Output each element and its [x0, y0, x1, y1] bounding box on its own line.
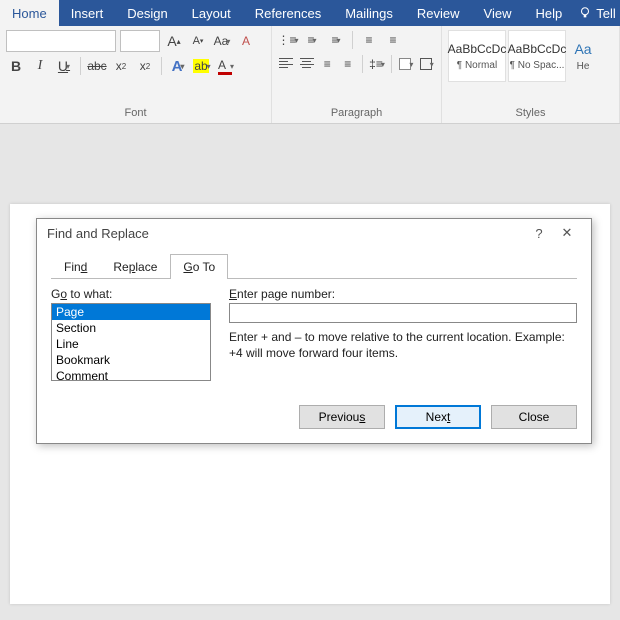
lightbulb-icon: [578, 6, 592, 20]
group-font-label: Font: [6, 105, 265, 121]
style-normal[interactable]: AaBbCcDc¶ Normal: [448, 30, 506, 82]
page-number-input[interactable]: [229, 303, 577, 323]
align-left-button[interactable]: [278, 54, 294, 74]
group-paragraph-label: Paragraph: [278, 105, 435, 121]
ribbon-tabs: Home Insert Design Layout References Mai…: [0, 0, 620, 26]
shading-button[interactable]: ▾: [398, 54, 414, 74]
shrink-font-button[interactable]: A▾: [188, 31, 208, 51]
style-heading[interactable]: AaHe: [568, 30, 598, 82]
enter-page-label: Enter page number:: [229, 287, 577, 301]
close-button[interactable]: Close: [491, 405, 577, 429]
group-styles-label: Styles: [448, 105, 613, 121]
font-size-combo[interactable]: [120, 30, 160, 52]
increase-indent-button[interactable]: ≡: [383, 30, 403, 50]
tab-help[interactable]: Help: [523, 0, 574, 26]
align-center-button[interactable]: [298, 54, 314, 74]
numbering-button[interactable]: ≡▾: [302, 30, 322, 50]
group-paragraph: ⋮≡▾ ≡▾ ≡▾ ≡ ≡ ≡ ≡ ‡≡▾ ▾ ▾ Paragraph: [272, 26, 442, 123]
list-item[interactable]: Section: [52, 320, 210, 336]
help-button[interactable]: ?: [525, 226, 553, 241]
text-effects-button[interactable]: A▾: [168, 56, 188, 76]
bullets-button[interactable]: ⋮≡▾: [278, 30, 298, 50]
group-font: A▴ A▾ Aa▾ A B I U▾ abc x2 x2 A▾ ab▾ A▾ F…: [0, 26, 272, 123]
list-item[interactable]: Comment: [52, 368, 210, 381]
align-right-button[interactable]: ≡: [319, 54, 335, 74]
superscript-button[interactable]: x2: [135, 56, 155, 76]
goto-what-label: Go to what:: [51, 287, 211, 301]
find-replace-dialog: Find and Replace ? ✕ Find Replace Go To …: [36, 218, 592, 444]
line-spacing-button[interactable]: ‡≡▾: [369, 54, 385, 74]
group-styles: AaBbCcDc¶ Normal AaBbCcDc¶ No Spac... Aa…: [442, 26, 620, 123]
goto-hint: Enter + and – to move relative to the cu…: [229, 329, 577, 361]
tab-layout[interactable]: Layout: [180, 0, 243, 26]
dialog-tab-goto[interactable]: Go To: [170, 254, 228, 279]
tell-me[interactable]: Tell: [578, 0, 616, 26]
ribbon: A▴ A▾ Aa▾ A B I U▾ abc x2 x2 A▾ ab▾ A▾ F…: [0, 26, 620, 124]
borders-button[interactable]: ▾: [419, 54, 435, 74]
style-nospacing[interactable]: AaBbCcDc¶ No Spac...: [508, 30, 566, 82]
list-item[interactable]: Page: [52, 304, 210, 320]
dialog-tab-find[interactable]: Find: [51, 254, 100, 279]
tab-insert[interactable]: Insert: [59, 0, 116, 26]
next-button[interactable]: Next: [395, 405, 481, 429]
tell-me-label: Tell: [596, 6, 616, 21]
tab-mailings[interactable]: Mailings: [333, 0, 405, 26]
dialog-titlebar[interactable]: Find and Replace ? ✕: [37, 219, 591, 247]
change-case-button[interactable]: Aa▾: [212, 31, 232, 51]
dialog-title: Find and Replace: [47, 226, 149, 241]
list-item[interactable]: Bookmark: [52, 352, 210, 368]
font-color-button[interactable]: A▾: [216, 56, 236, 76]
tab-references[interactable]: References: [243, 0, 333, 26]
tab-view[interactable]: View: [472, 0, 524, 26]
dialog-tabs: Find Replace Go To: [51, 253, 577, 279]
multilevel-button[interactable]: ≡▾: [326, 30, 346, 50]
tab-home[interactable]: Home: [0, 0, 59, 26]
justify-button[interactable]: ≡: [339, 54, 355, 74]
font-name-combo[interactable]: [6, 30, 116, 52]
highlight-button[interactable]: ab▾: [192, 56, 212, 76]
subscript-button[interactable]: x2: [111, 56, 131, 76]
close-icon[interactable]: ✕: [553, 225, 581, 241]
dialog-tab-replace[interactable]: Replace: [100, 254, 170, 279]
tab-review[interactable]: Review: [405, 0, 472, 26]
strike-button[interactable]: abc: [87, 56, 107, 76]
goto-what-listbox[interactable]: Page Section Line Bookmark Comment Footn…: [51, 303, 211, 381]
decrease-indent-button[interactable]: ≡: [359, 30, 379, 50]
italic-button[interactable]: I: [30, 56, 50, 76]
grow-font-button[interactable]: A▴: [164, 31, 184, 51]
underline-button[interactable]: U▾: [54, 56, 74, 76]
clear-format-button[interactable]: A: [236, 31, 256, 51]
tab-design[interactable]: Design: [115, 0, 179, 26]
previous-button[interactable]: Previous: [299, 405, 385, 429]
styles-gallery[interactable]: AaBbCcDc¶ Normal AaBbCcDc¶ No Spac... Aa…: [448, 30, 613, 82]
bold-button[interactable]: B: [6, 56, 26, 76]
list-item[interactable]: Line: [52, 336, 210, 352]
